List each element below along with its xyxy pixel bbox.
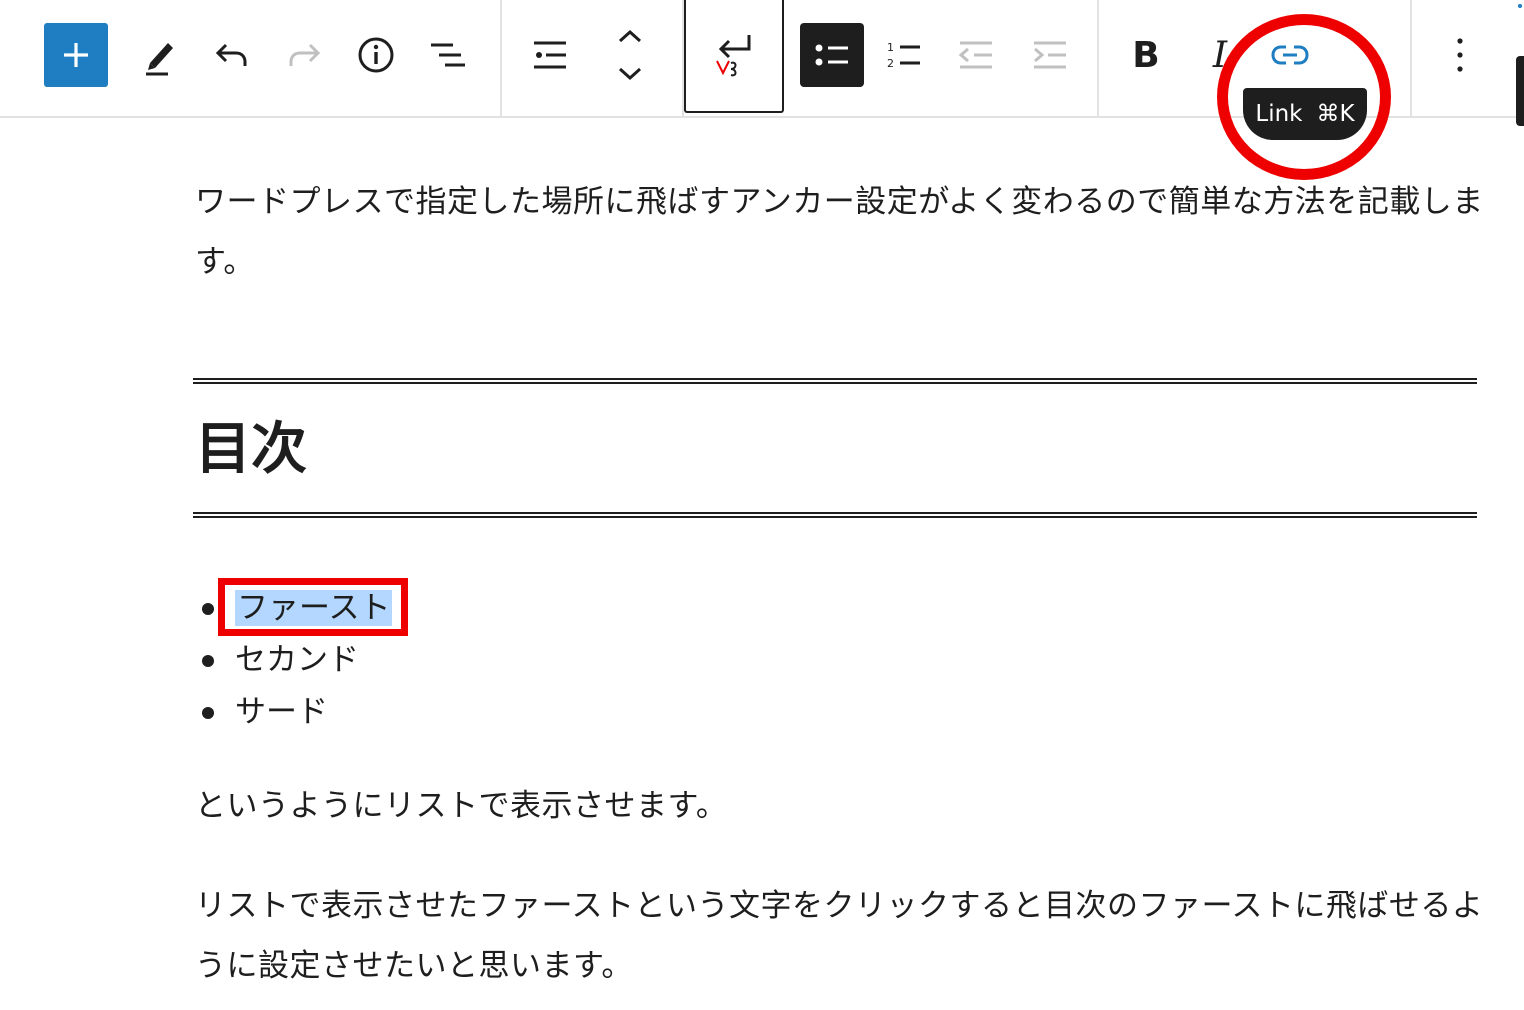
undo-icon: [215, 43, 247, 66]
list-item-label[interactable]: サード: [235, 694, 328, 730]
numbered-list-icon: 1 2: [887, 41, 920, 70]
toc-heading[interactable]: 目次: [195, 410, 307, 490]
outdent-button[interactable]: [946, 25, 1006, 85]
list-view-icon: [431, 43, 465, 67]
plus-icon: [64, 43, 88, 67]
chevron-up-down-icon: [618, 29, 642, 81]
svg-text:1: 1: [887, 41, 894, 54]
link-tooltip: Link ⌘K: [1243, 88, 1367, 140]
link-icon: [1271, 45, 1309, 65]
bulleted-list-icon: [815, 44, 848, 66]
tools-button[interactable]: [130, 25, 190, 85]
list-item[interactable]: ファースト: [195, 582, 393, 634]
vertical-ellipsis-icon: [1457, 38, 1463, 72]
heading-rule-top: [193, 378, 1477, 384]
bullet-dot: [202, 603, 214, 615]
unordered-list-button[interactable]: [800, 23, 864, 87]
toolbar-separator: [1097, 0, 1099, 116]
move-button[interactable]: [600, 22, 660, 88]
undo-button[interactable]: [202, 25, 262, 85]
bold-button[interactable]: B: [1116, 25, 1176, 85]
sidebar-edge: [1516, 56, 1524, 126]
tooltip-label: Link: [1255, 101, 1303, 127]
pencil-icon: [146, 43, 173, 76]
intro-paragraph[interactable]: ワードプレスで指定した場所に飛ばすアンカー設定がよく変わるので簡単な方法を記載し…: [195, 172, 1485, 292]
details-button[interactable]: [346, 25, 406, 85]
list-view-button[interactable]: [418, 25, 478, 85]
toolbar-separator: [1410, 0, 1412, 116]
after-list-paragraph[interactable]: というようにリストで表示させます。: [195, 776, 1485, 836]
toc-list: ファースト セカンド サード: [195, 582, 393, 738]
list-item[interactable]: サード: [195, 686, 392, 738]
link-button[interactable]: [1260, 25, 1320, 85]
selected-text[interactable]: ファースト: [235, 590, 393, 626]
ordered-list-button[interactable]: 1 2: [874, 25, 934, 85]
block-type-button[interactable]: [520, 25, 580, 85]
svg-text:2: 2: [887, 57, 894, 70]
redo-icon: [289, 43, 321, 66]
list-item-label[interactable]: セカンド: [235, 642, 359, 678]
bullet-dot: [202, 655, 214, 667]
list-item[interactable]: セカンド: [195, 634, 392, 686]
enter-icon: [716, 34, 751, 76]
toolbar-separator: [500, 0, 502, 116]
bullet-dot: [202, 707, 214, 719]
line-break-button[interactable]: [684, 0, 784, 113]
indent-icon: [1034, 41, 1066, 69]
indent-button[interactable]: [1020, 25, 1080, 85]
indicator-dot: [1518, 4, 1522, 8]
explanation-paragraph[interactable]: リストで表示させたファーストという文字をクリックすると目次のファーストに飛ばせる…: [195, 876, 1485, 996]
redo-button[interactable]: [274, 25, 334, 85]
heading-rule-bottom: [193, 512, 1477, 518]
more-options-button[interactable]: [1430, 25, 1490, 85]
outdent-icon: [958, 41, 992, 69]
add-block-button[interactable]: [44, 23, 108, 87]
italic-button[interactable]: I: [1190, 25, 1250, 85]
tooltip-shortcut: ⌘K: [1316, 101, 1355, 127]
info-icon: [358, 37, 394, 73]
list-block-icon: [534, 41, 566, 69]
